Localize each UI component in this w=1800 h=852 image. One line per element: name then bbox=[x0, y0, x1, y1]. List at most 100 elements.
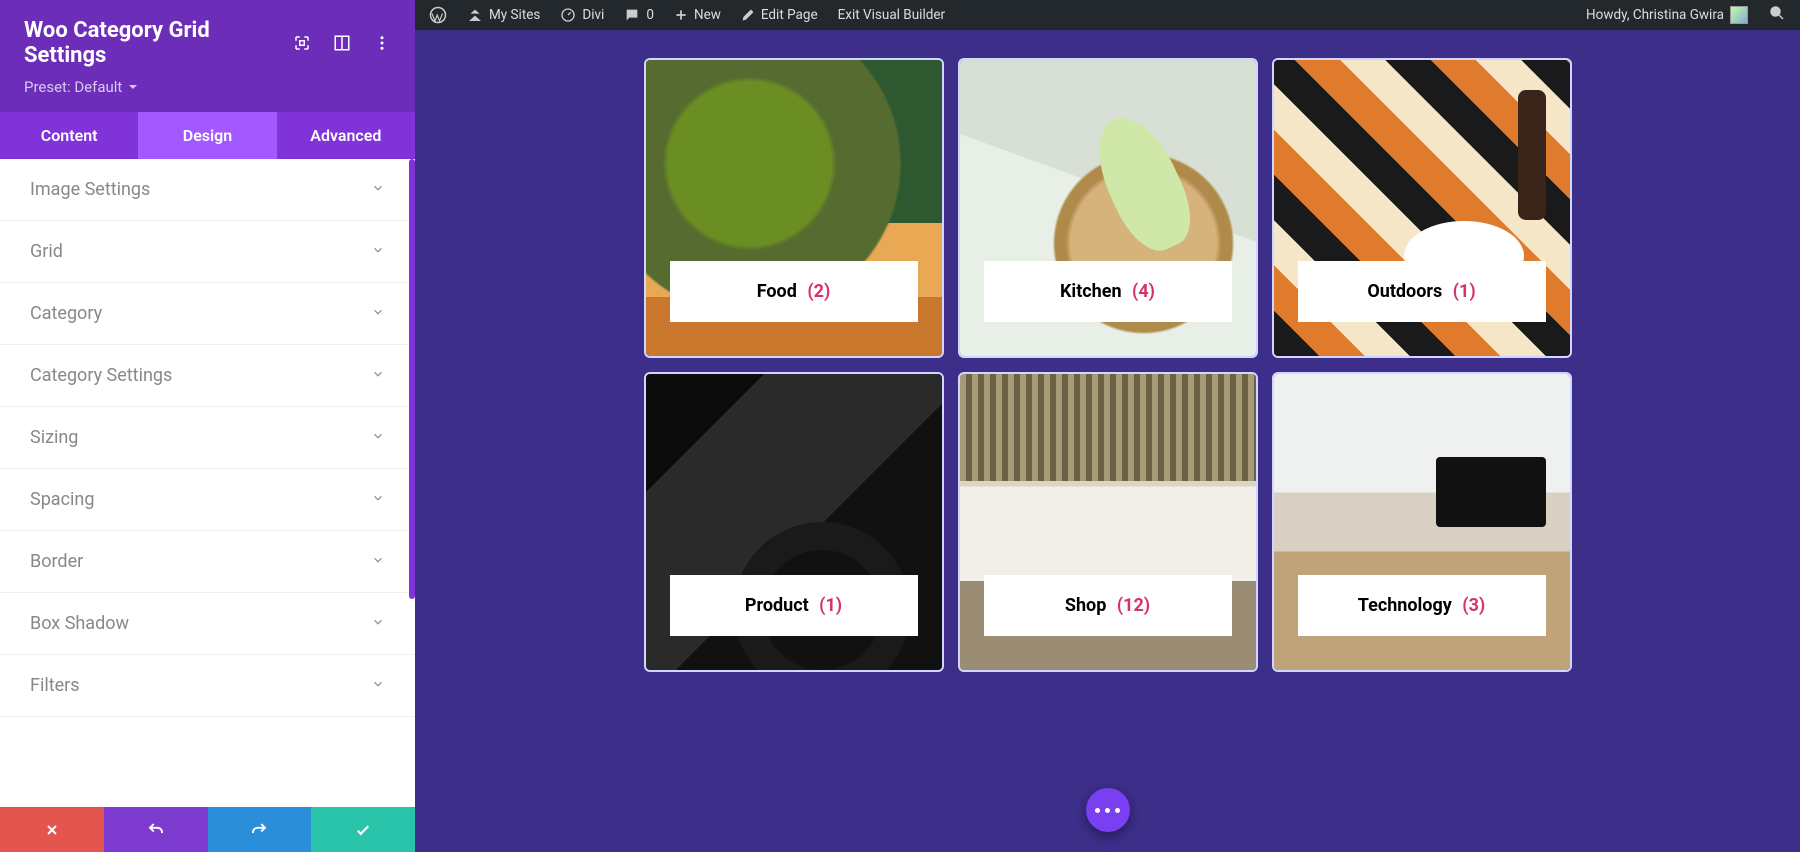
section-label: Filters bbox=[30, 675, 80, 696]
layout-icon[interactable] bbox=[333, 34, 351, 52]
avatar bbox=[1730, 6, 1748, 24]
plus-icon bbox=[674, 8, 688, 22]
category-card-outdoors[interactable]: Outdoors (1) bbox=[1272, 58, 1572, 358]
section-spacing[interactable]: Spacing bbox=[0, 469, 415, 531]
pencil-icon bbox=[741, 8, 755, 22]
section-category-settings[interactable]: Category Settings bbox=[0, 345, 415, 407]
chevron-down-icon bbox=[371, 613, 385, 634]
comments-link[interactable]: 0 bbox=[624, 7, 654, 23]
dot-icon bbox=[1105, 808, 1110, 813]
chevron-down-icon bbox=[371, 241, 385, 262]
chevron-down-icon bbox=[371, 365, 385, 386]
edit-page-link[interactable]: Edit Page bbox=[741, 7, 818, 23]
dot-icon bbox=[1095, 808, 1100, 813]
user-greeting[interactable]: Howdy, Christina Gwira bbox=[1586, 6, 1748, 24]
section-sizing[interactable]: Sizing bbox=[0, 407, 415, 469]
chevron-down-icon bbox=[371, 675, 385, 696]
section-filters[interactable]: Filters bbox=[0, 655, 415, 717]
gauge-icon bbox=[560, 7, 576, 23]
category-card-technology[interactable]: Technology (3) bbox=[1272, 372, 1572, 672]
category-count: (12) bbox=[1117, 595, 1150, 616]
section-label: Border bbox=[30, 551, 83, 572]
category-card-shop[interactable]: Shop (12) bbox=[958, 372, 1258, 672]
site-label: Divi bbox=[582, 7, 604, 23]
section-grid[interactable]: Grid bbox=[0, 221, 415, 283]
undo-icon bbox=[147, 821, 165, 839]
category-title: Product bbox=[745, 595, 809, 616]
exit-label: Exit Visual Builder bbox=[838, 7, 945, 23]
edit-label: Edit Page bbox=[761, 7, 818, 23]
new-label: New bbox=[694, 7, 721, 23]
category-card-food[interactable]: Food (2) bbox=[644, 58, 944, 358]
category-count: (3) bbox=[1462, 595, 1485, 616]
builder-fab[interactable] bbox=[1086, 788, 1130, 832]
section-label: Category bbox=[30, 303, 102, 324]
category-card-kitchen[interactable]: Kitchen (4) bbox=[958, 58, 1258, 358]
preview-area: My Sites Divi 0 New Edit Page Exit Visua… bbox=[415, 0, 1800, 852]
expand-icon[interactable] bbox=[293, 34, 311, 52]
category-label: Product (1) bbox=[670, 575, 918, 636]
exit-builder-link[interactable]: Exit Visual Builder bbox=[838, 7, 945, 23]
panel-header: Woo Category Grid Settings Preset: Defau… bbox=[0, 0, 415, 112]
check-icon bbox=[354, 821, 372, 839]
category-label: Shop (12) bbox=[984, 575, 1232, 636]
my-sites-label: My Sites bbox=[489, 7, 540, 23]
redo-button[interactable] bbox=[208, 807, 312, 852]
section-label: Grid bbox=[30, 241, 63, 262]
sites-icon bbox=[467, 7, 483, 23]
section-label: Sizing bbox=[30, 427, 78, 448]
design-sections[interactable]: Image Settings Grid Category Category Setti… bbox=[0, 159, 415, 807]
undo-button[interactable] bbox=[104, 807, 208, 852]
section-label: Category Settings bbox=[30, 365, 172, 386]
category-label: Food (2) bbox=[670, 261, 918, 322]
chevron-down-icon bbox=[371, 489, 385, 510]
wp-adminbar: My Sites Divi 0 New Edit Page Exit Visua… bbox=[415, 0, 1800, 30]
wordpress-icon bbox=[429, 6, 447, 24]
kebab-menu-icon[interactable] bbox=[373, 34, 391, 52]
category-title: Food bbox=[757, 281, 797, 302]
category-grid: Food (2)Kitchen (4)Outdoors (1)Product (… bbox=[475, 58, 1740, 672]
panel-title: Woo Category Grid Settings bbox=[24, 18, 293, 68]
site-link[interactable]: Divi bbox=[560, 7, 604, 23]
category-title: Shop bbox=[1065, 595, 1106, 616]
preset-dropdown[interactable]: Preset: Default bbox=[24, 78, 138, 96]
category-label: Technology (3) bbox=[1298, 575, 1546, 636]
chevron-down-icon bbox=[371, 179, 385, 200]
category-count: (1) bbox=[819, 595, 842, 616]
category-count: (2) bbox=[807, 281, 830, 302]
category-count: (4) bbox=[1132, 281, 1155, 302]
tab-design[interactable]: Design bbox=[138, 112, 276, 159]
tabs: Content Design Advanced bbox=[0, 112, 415, 159]
cancel-button[interactable] bbox=[0, 807, 104, 852]
section-label: Image Settings bbox=[30, 179, 150, 200]
search-icon bbox=[1768, 4, 1786, 22]
section-box-shadow[interactable]: Box Shadow bbox=[0, 593, 415, 655]
section-image-settings[interactable]: Image Settings bbox=[0, 159, 415, 221]
category-card-product[interactable]: Product (1) bbox=[644, 372, 944, 672]
my-sites-link[interactable]: My Sites bbox=[467, 7, 540, 23]
category-title: Kitchen bbox=[1060, 281, 1122, 302]
chevron-down-icon bbox=[371, 303, 385, 324]
close-icon bbox=[44, 822, 60, 838]
tab-content[interactable]: Content bbox=[0, 112, 138, 159]
chevron-down-icon bbox=[371, 551, 385, 572]
category-label: Kitchen (4) bbox=[984, 261, 1232, 322]
tab-advanced[interactable]: Advanced bbox=[277, 112, 415, 159]
section-label: Box Shadow bbox=[30, 613, 129, 634]
dot-icon bbox=[1115, 808, 1120, 813]
save-button[interactable] bbox=[311, 807, 415, 852]
preset-label: Preset: Default bbox=[24, 78, 122, 96]
section-label: Spacing bbox=[30, 489, 94, 510]
section-category[interactable]: Category bbox=[0, 283, 415, 345]
category-title: Outdoors bbox=[1367, 281, 1442, 302]
page-canvas[interactable]: Food (2)Kitchen (4)Outdoors (1)Product (… bbox=[415, 30, 1800, 852]
adminbar-search[interactable] bbox=[1768, 4, 1786, 26]
greeting-text: Howdy, Christina Gwira bbox=[1586, 7, 1724, 23]
settings-panel: Woo Category Grid Settings Preset: Defau… bbox=[0, 0, 415, 852]
comment-icon bbox=[624, 7, 640, 23]
wp-logo[interactable] bbox=[429, 6, 447, 24]
footer-actions bbox=[0, 807, 415, 852]
section-border[interactable]: Border bbox=[0, 531, 415, 593]
new-link[interactable]: New bbox=[674, 7, 721, 23]
comments-count: 0 bbox=[646, 7, 654, 23]
